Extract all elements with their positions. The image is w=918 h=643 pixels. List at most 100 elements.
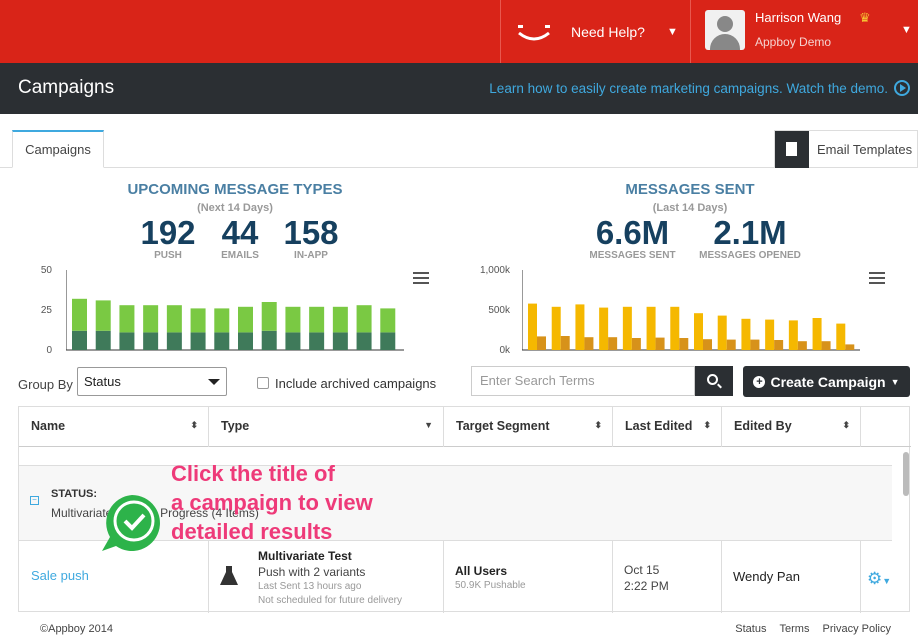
chart2-bar-opened	[750, 339, 760, 350]
plus-icon: +	[753, 375, 766, 388]
cell-divider	[613, 541, 722, 613]
flask-icon	[220, 566, 238, 585]
upcoming-subtitle: (Next 14 Days)	[197, 202, 273, 214]
column-header-edited-by[interactable]: Edited By ⬍	[722, 407, 861, 447]
chart1-bar-top	[285, 306, 301, 333]
chart2-ytick: 0k	[499, 345, 510, 356]
chart-menu-icon[interactable]	[413, 272, 429, 284]
chart1-bar-top	[95, 300, 111, 331]
footer-privacy-link[interactable]: Privacy Policy	[823, 623, 891, 635]
inapp-label: IN-APP	[294, 250, 328, 261]
tutorial-callout: Click the title of a campaign to view de…	[171, 459, 411, 546]
callout-line: detailed results	[171, 519, 333, 544]
chart2-bar-opened	[560, 336, 570, 350]
play-icon	[894, 80, 910, 96]
tab-campaigns[interactable]: Campaigns	[12, 130, 104, 168]
chart-menu-icon[interactable]	[869, 272, 885, 284]
emails-label: EMAILS	[221, 250, 259, 261]
chart1-bar-top	[190, 308, 206, 333]
type-last-sent: Last Sent 13 hours ago	[258, 581, 362, 592]
caret-down-icon	[208, 379, 220, 385]
chart2-bar-opened	[845, 344, 855, 350]
push-count: 192	[140, 214, 196, 251]
chart2-bar-opened	[797, 341, 807, 350]
chart1-bar-top	[332, 306, 348, 333]
search-input[interactable]: Enter Search Terms	[471, 366, 695, 396]
chart1-bar-top	[166, 305, 182, 333]
chart2-bar-sent	[670, 306, 680, 350]
chart2-bar-opened	[679, 338, 689, 350]
column-header-label: Edited By	[734, 419, 792, 433]
collapse-icon[interactable]: −	[30, 496, 39, 505]
gear-icon[interactable]: ⚙▼	[867, 569, 891, 589]
edited-by: Wendy Pan	[733, 569, 800, 584]
chart2-bar-sent	[551, 306, 561, 350]
chart1-bar-top	[356, 305, 372, 333]
demo-link-text: Learn how to easily create marketing cam…	[489, 80, 888, 96]
column-header-name[interactable]: Name ⬍	[19, 407, 209, 447]
group-by-label: Group By	[18, 377, 73, 392]
chart1-bar-top	[238, 306, 253, 333]
chart2-bar-opened	[608, 337, 618, 350]
group-by-select[interactable]: Status	[77, 367, 227, 396]
search-button[interactable]	[695, 366, 733, 396]
last-edited-time: 2:22 PM	[624, 579, 669, 593]
opened-count: 2.1M	[713, 214, 787, 251]
chart2-bar-sent	[599, 307, 609, 350]
sort-icon: ⬍	[842, 420, 850, 430]
column-header-segment[interactable]: Target Segment ⬍	[444, 407, 613, 447]
footer-status-link[interactable]: Status	[735, 623, 766, 635]
page-header: Campaigns Learn how to easily create mar…	[0, 63, 918, 114]
campaign-name-link[interactable]: Sale push	[31, 568, 89, 583]
sent-chart	[522, 270, 860, 351]
column-header-type[interactable]: Type ▼	[209, 407, 444, 447]
user-org: Appboy Demo	[755, 35, 832, 49]
demo-link[interactable]: Learn how to easily create marketing cam…	[489, 80, 910, 96]
column-header-label: Target Segment	[456, 419, 550, 433]
sent-count: 6.6M	[595, 214, 670, 251]
chart1-bar-base	[95, 330, 111, 350]
chart1-bar-base	[285, 332, 301, 350]
column-header-last-edited[interactable]: Last Edited ⬍	[613, 407, 722, 447]
chart2-bar-sent	[528, 303, 537, 350]
chart2-bar-opened	[584, 337, 594, 350]
footer-terms-link[interactable]: Terms	[780, 623, 810, 635]
tab-email-templates[interactable]: Email Templates	[774, 130, 918, 168]
column-header-label: Name	[31, 419, 66, 433]
column-header-label: Type	[221, 419, 250, 433]
chart2-bar-opened	[655, 337, 665, 350]
last-edited-date: Oct 15	[624, 563, 660, 577]
chevron-down-icon: ▼	[890, 376, 900, 387]
inapp-count: 158	[283, 214, 339, 251]
chart1-bar-base	[261, 330, 277, 350]
create-campaign-label: Create Campaign	[770, 373, 886, 390]
copyright: ©Appboy 2014	[40, 623, 113, 635]
chart1-ytick: 25	[40, 305, 52, 316]
chart1-bar-top	[143, 305, 159, 333]
footer: ©Appboy 2014 Status Terms Privacy Policy	[0, 620, 918, 643]
sort-icon: ⬍	[703, 420, 711, 430]
chart2-bar-opened	[631, 338, 641, 350]
create-campaign-button[interactable]: + Create Campaign ▼	[743, 366, 910, 397]
sort-icon: ⬍	[190, 420, 198, 430]
help-menu[interactable]: Need Help? ▼	[500, 0, 690, 63]
chart1-bar-base	[332, 332, 348, 350]
archived-checkbox[interactable]	[257, 377, 269, 389]
chart1-bar-base	[143, 332, 159, 350]
user-menu[interactable]: Harrison Wang ♛ Appboy Demo ▼	[690, 0, 918, 63]
chart2-bar-sent	[717, 315, 727, 350]
status-group-label: STATUS:	[51, 488, 98, 500]
chart2-bar-opened	[703, 339, 712, 350]
type-title: Multivariate Test	[258, 549, 352, 563]
top-bar: Need Help? ▼ Harrison Wang ♛ Appboy Demo…	[0, 0, 918, 63]
chart1-bar-base	[238, 332, 253, 350]
chart1-bar-top	[309, 306, 325, 333]
chart2-ytick: 1,000k	[479, 265, 510, 276]
chevron-down-icon: ▼	[901, 24, 912, 36]
chart2-bar-sent	[812, 318, 822, 350]
scrollbar[interactable]	[903, 452, 909, 496]
chart1-bar-base	[119, 332, 135, 350]
push-label: PUSH	[154, 250, 182, 261]
chart2-ytick: 500k	[488, 305, 510, 316]
chart2-bar-sent	[622, 306, 632, 350]
